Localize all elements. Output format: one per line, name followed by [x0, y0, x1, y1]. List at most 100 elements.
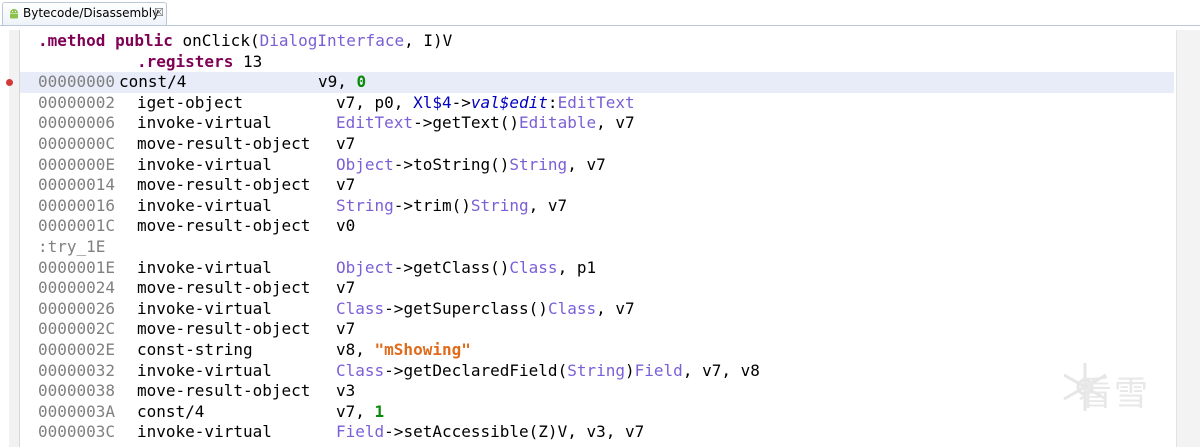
instruction-line[interactable]: 0000002E const-string v8, "mShowing"	[38, 340, 1174, 361]
method-ref: ->getText()	[413, 113, 520, 133]
operand-registers: v7	[336, 278, 356, 298]
operands: v9, 0	[318, 72, 366, 93]
opcode: invoke-virtual	[137, 154, 272, 174]
operands: Object->toString()String, v7	[336, 155, 606, 176]
operands: Object->getClass()Class, p1	[336, 258, 596, 279]
android-icon	[10, 9, 18, 19]
instruction-line[interactable]: 00000014 move-result-object v7	[38, 175, 1174, 196]
operand-registers: v7,	[336, 401, 375, 421]
instruction-line[interactable]: 0000000E invoke-virtual Object->toString()…	[38, 155, 1174, 176]
instruction-address: 00000002	[38, 92, 116, 112]
instruction-address: 00000016	[38, 195, 116, 215]
registers-line[interactable]: .registers 13	[38, 52, 1174, 73]
operands: String->trim()String, v7	[336, 196, 567, 217]
opcode: iget-object	[137, 92, 243, 112]
opcode: invoke-virtual	[137, 113, 272, 133]
opcode: move-result-object	[137, 278, 311, 298]
owner-type: String	[336, 195, 394, 215]
return-type: Class	[509, 257, 558, 277]
method-header[interactable]: .method public onClick(DialogInterface, …	[38, 31, 1174, 52]
instruction-line[interactable]: 0000002C move-result-object v7	[38, 319, 1174, 340]
opcode: move-result-object	[137, 319, 311, 339]
method-modifier: public	[115, 31, 173, 50]
instruction-address: 0000001E	[38, 257, 116, 277]
method-ref: ->getSuperclass()	[384, 298, 548, 318]
instruction-line[interactable]: 00000024 move-result-object v7	[38, 278, 1174, 299]
registers-directive: .registers	[137, 51, 234, 71]
method-directive: .method	[38, 31, 106, 50]
operands: Class->getSuperclass()Class, v7	[336, 299, 635, 320]
method-name: onClick	[182, 31, 250, 50]
instruction-line[interactable]: 00000006 invoke-virtual EditText->getText(…	[38, 113, 1174, 134]
literal-number: 1	[374, 401, 385, 421]
operand-registers: , v7	[528, 195, 568, 215]
operands: v0	[336, 216, 355, 237]
opcode: invoke-virtual	[137, 298, 272, 318]
tab-label: Bytecode/Disassembly	[23, 6, 160, 20]
operands: v7	[336, 319, 355, 340]
close-icon[interactable]: ☒	[154, 6, 164, 19]
operands: Field->setAccessible(Z)V, v3, v7	[336, 422, 644, 443]
instruction-line[interactable]: 00000026 invoke-virtual Class->getSupercla…	[38, 299, 1174, 320]
return-type: String	[509, 154, 568, 174]
operands: v7	[336, 278, 355, 299]
return-type: String	[470, 195, 529, 215]
owner-type: Class	[336, 360, 385, 380]
tab-bytecode-disassembly[interactable]: Bytecode/Disassembly ☒	[2, 2, 167, 25]
vertical-scrollbar[interactable]	[1176, 30, 1200, 447]
instruction-address: 0000001C	[38, 216, 116, 236]
operand-registers: , p1	[557, 257, 597, 277]
instruction-address: 00000006	[38, 113, 116, 133]
instruction-line[interactable]: 00000002 iget-object v7, p0, Xl$4->val$edi…	[38, 93, 1174, 114]
instruction-address: 00000014	[38, 175, 116, 195]
instruction-line[interactable]: 00000000 const/4 v9, 0	[6, 72, 1174, 93]
return-type: Field	[634, 360, 683, 380]
instruction-address: 0000002E	[38, 339, 116, 359]
code-label: :try_1E	[38, 236, 106, 256]
instruction-line[interactable]: 00000016 invoke-virtual String->trim()Stri…	[38, 196, 1174, 217]
opcode: invoke-virtual	[137, 195, 272, 215]
arg-type: String	[567, 360, 625, 380]
field-ref: val$edit	[470, 92, 548, 112]
opcode: invoke-virtual	[137, 257, 272, 277]
operand-registers: v8,	[336, 339, 375, 359]
instruction-line[interactable]: 0000001C move-result-object v0	[38, 216, 1174, 237]
method-ref: ->setAccessible(Z)V, v3, v7	[384, 422, 645, 442]
operand-registers: v7	[336, 319, 356, 339]
editor-tab-bar: Bytecode/Disassembly ☒	[0, 0, 1200, 28]
disassembly-view[interactable]: .method public onClick(DialogInterface, …	[6, 31, 1174, 443]
owner-type: Object	[336, 257, 394, 277]
owner-type: Class	[336, 298, 385, 318]
opcode: invoke-virtual	[137, 422, 272, 442]
member-arrow: ->	[451, 92, 471, 112]
instruction-line[interactable]: 0000000C move-result-object v7	[38, 134, 1174, 155]
code-label-line[interactable]: :try_1E	[38, 237, 1174, 258]
operand-registers: v0	[336, 216, 356, 236]
instruction-address: 00000000	[38, 72, 116, 92]
owner-type: Field	[336, 422, 385, 442]
method-ref: ->getClass()	[393, 257, 510, 277]
instruction-line[interactable]: 0000001E invoke-virtual Object->getClass()…	[38, 258, 1174, 279]
operands: v7	[336, 134, 355, 155]
instruction-address: 00000024	[38, 278, 116, 298]
class-ref: Xl$4	[413, 92, 452, 112]
watermark-text: 看雪	[1078, 374, 1150, 414]
param-type: DialogInterface	[259, 31, 405, 50]
instruction-address: 00000038	[38, 381, 116, 401]
instruction-line[interactable]: 0000003C invoke-virtual Field->setAccessib…	[38, 422, 1174, 443]
operands: v3	[336, 381, 355, 402]
editor-gutter[interactable]	[9, 30, 20, 447]
instruction-address: 0000003C	[38, 422, 116, 442]
instruction-line[interactable]: 0000003A const/4 v7, 1	[38, 402, 1174, 423]
opcode: invoke-virtual	[137, 360, 272, 380]
operand-registers: , v7	[596, 298, 635, 318]
operands: v7	[336, 175, 355, 196]
opcode: move-result-object	[137, 216, 311, 236]
instruction-line[interactable]: 00000038 move-result-object v3	[38, 381, 1174, 402]
instruction-address: 00000032	[38, 360, 116, 380]
instruction-address: 00000026	[38, 298, 116, 318]
instruction-line[interactable]: 00000032 invoke-virtual Class->getDeclared…	[38, 361, 1174, 382]
operands: EditText->getText()Editable, v7	[336, 113, 635, 134]
operand-registers: v3	[336, 381, 356, 401]
tab-divider	[0, 25, 1200, 26]
